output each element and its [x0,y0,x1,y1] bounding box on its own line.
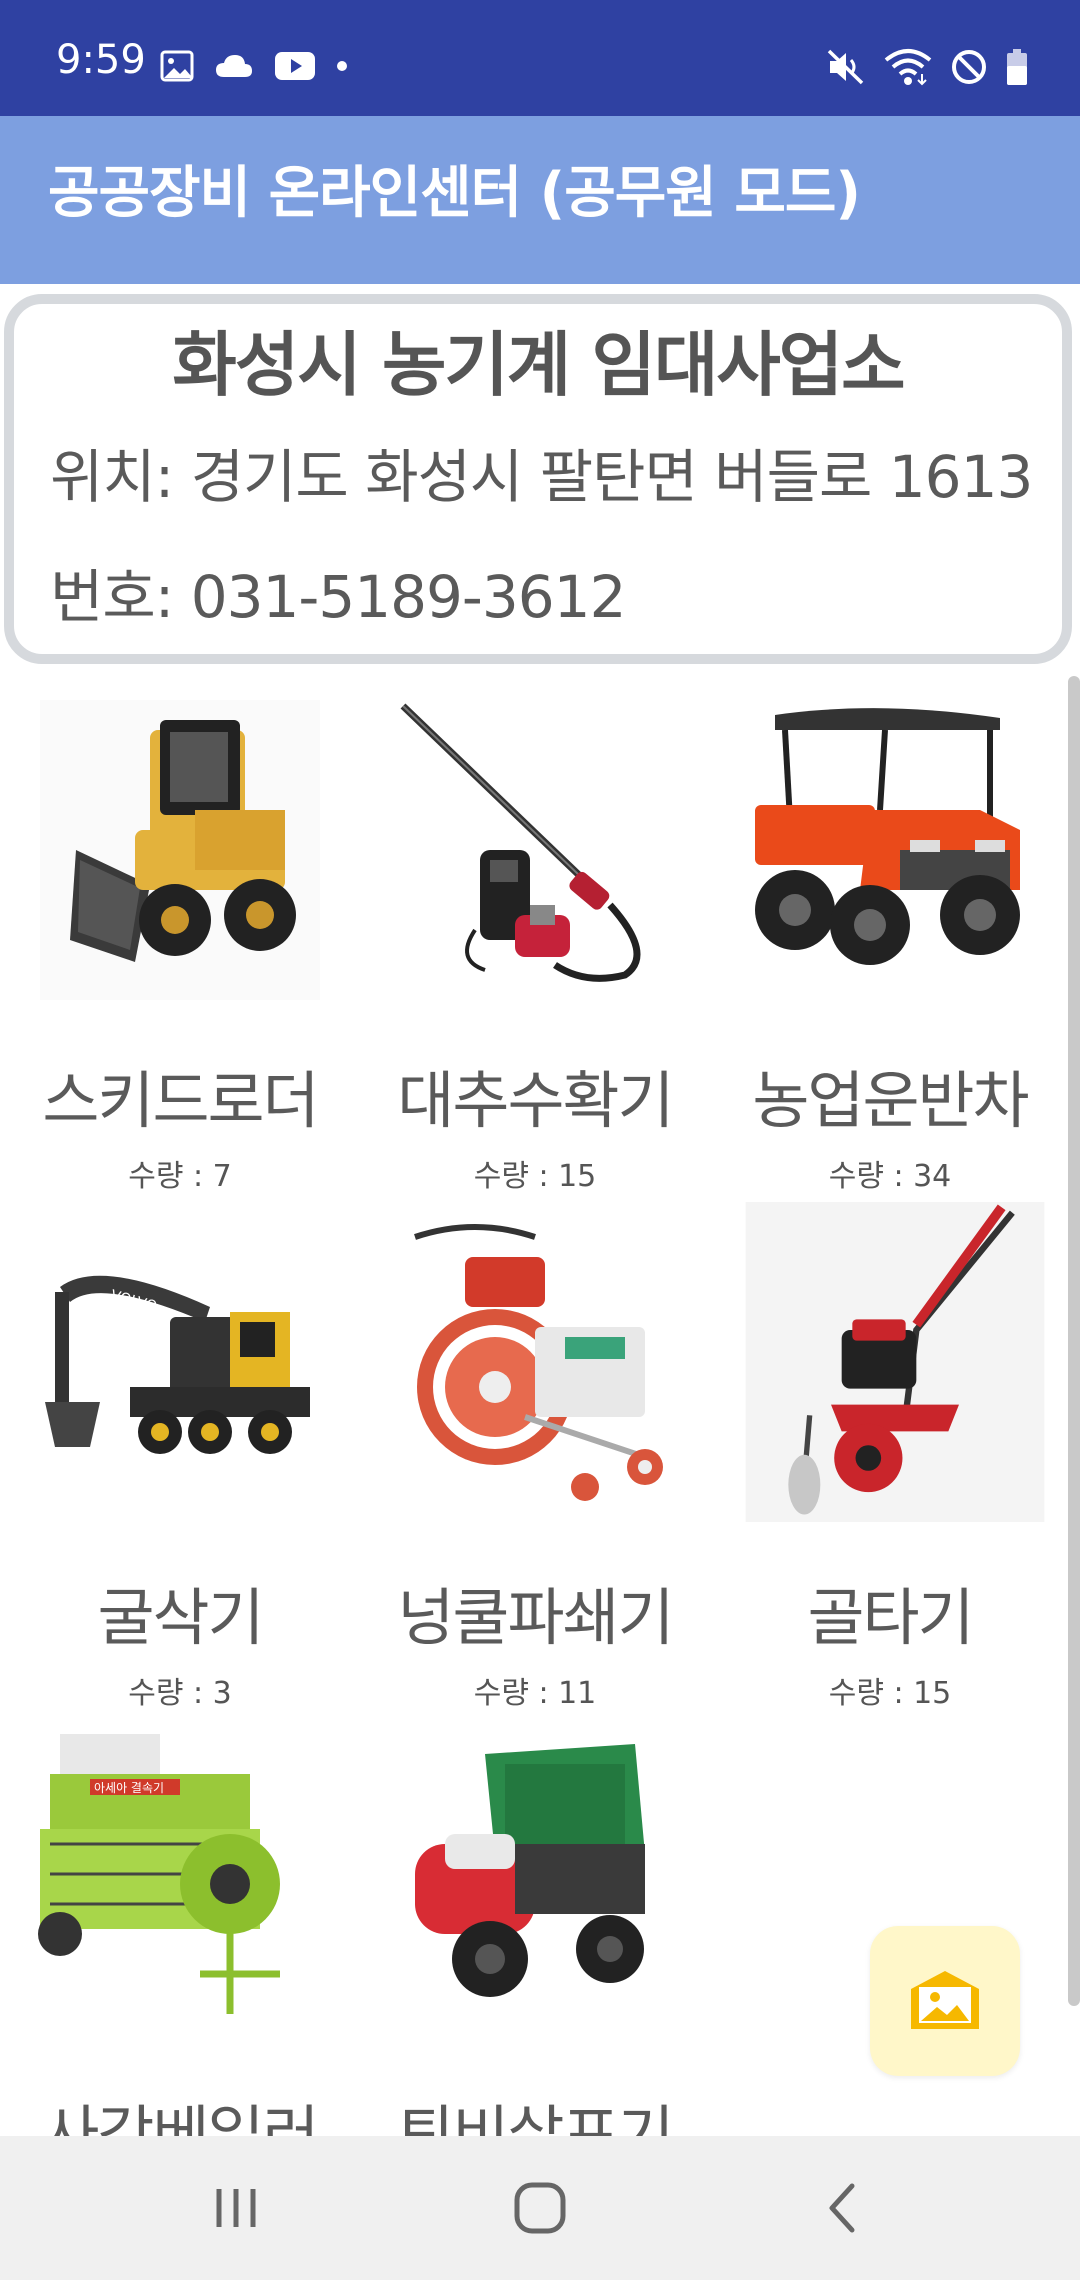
square-baler-image: 아세아 결속기 [30,1734,310,2034]
status-bar: 9:59 [0,0,1080,116]
equipment-name: 사각베일러 [42,2098,319,2137]
equipment-qty: 수량 : 34 [828,1159,952,1194]
image-mail-button[interactable] [870,1926,1020,2076]
equipment-name: 넝쿨파쇄기 [397,1581,674,1654]
vine-shredder-image [395,1217,675,1517]
home-button[interactable] [500,2176,580,2240]
battery-icon [1007,49,1027,85]
equipment-qty: 수량 : 15 [828,1676,952,1711]
skid-loader-image [40,700,320,1000]
recent-apps-icon [216,2189,256,2227]
status-time: 9:59 [56,37,146,83]
jujube-harvester-image [395,700,675,1000]
back-icon [829,2183,855,2233]
equipment-qty: 수량 : 11 [473,1676,597,1711]
youtube-icon [275,52,315,80]
equipment-name: 퇴비살포기 [397,2098,674,2137]
app-title: 공공장비 온라인센터 (공무원 모드) [48,161,861,226]
wifi-icon [884,49,932,86]
image-mail-icon [911,1971,979,2029]
equipment-name: 농업운반차 [752,1064,1029,1137]
equipment-qty: 수량 : 15 [473,1159,597,1194]
mute-icon [827,49,864,85]
equipment-name: 골타기 [807,1581,974,1654]
gallery-icon [160,50,194,82]
furrower-image [745,1202,1045,1522]
office-info-card: 화성시 농기계 임대사업소 위치: 경기도 화성시 팔탄면 버들로 1613 번… [4,294,1072,664]
cloud-icon [216,55,252,77]
equipment-qty: 수량 : 7 [128,1159,232,1194]
scrollbar[interactable] [1068,676,1080,2006]
home-icon [514,2182,566,2234]
equipment-name: 스키드로더 [42,1064,319,1137]
equipment-grid: 스키드로더 수량 : 7 대추수확기 수량 : 15 농업운반차 수량: 34… [0,680,1070,2136]
dot-icon [337,61,347,71]
manure-spreader-image [395,1734,675,2034]
equipment-name: 대추수확기 [397,1064,674,1137]
svg-text:아세아 결속기: 아세아 결속기 [94,1781,164,1795]
back-button[interactable] [802,2176,882,2240]
equipment-qty: 수량 : 3 [128,1676,232,1711]
app-bar: 공공장비 온라인센터 (공무원 모드) [0,116,1080,284]
farm-utility-vehicle-image [750,700,1030,1000]
office-phone[interactable]: 번호: 031-5189-3612 [50,568,626,626]
block-icon [952,50,986,84]
excavator-image: VOLVO [40,1217,320,1517]
screen: 9:59 공공장비 온라인센터 (공무원 모드) 화성시 농기계 임대사업소 위… [0,0,1080,2280]
office-name: 화성시 농기계 임대사업소 [172,324,905,406]
office-location: 위치: 경기도 화성시 팔탄면 버들로 1613 [50,443,1033,511]
recent-apps-button[interactable] [196,2176,276,2240]
navigation-bar [0,2136,1080,2280]
equipment-name: 굴삭기 [97,1581,264,1654]
